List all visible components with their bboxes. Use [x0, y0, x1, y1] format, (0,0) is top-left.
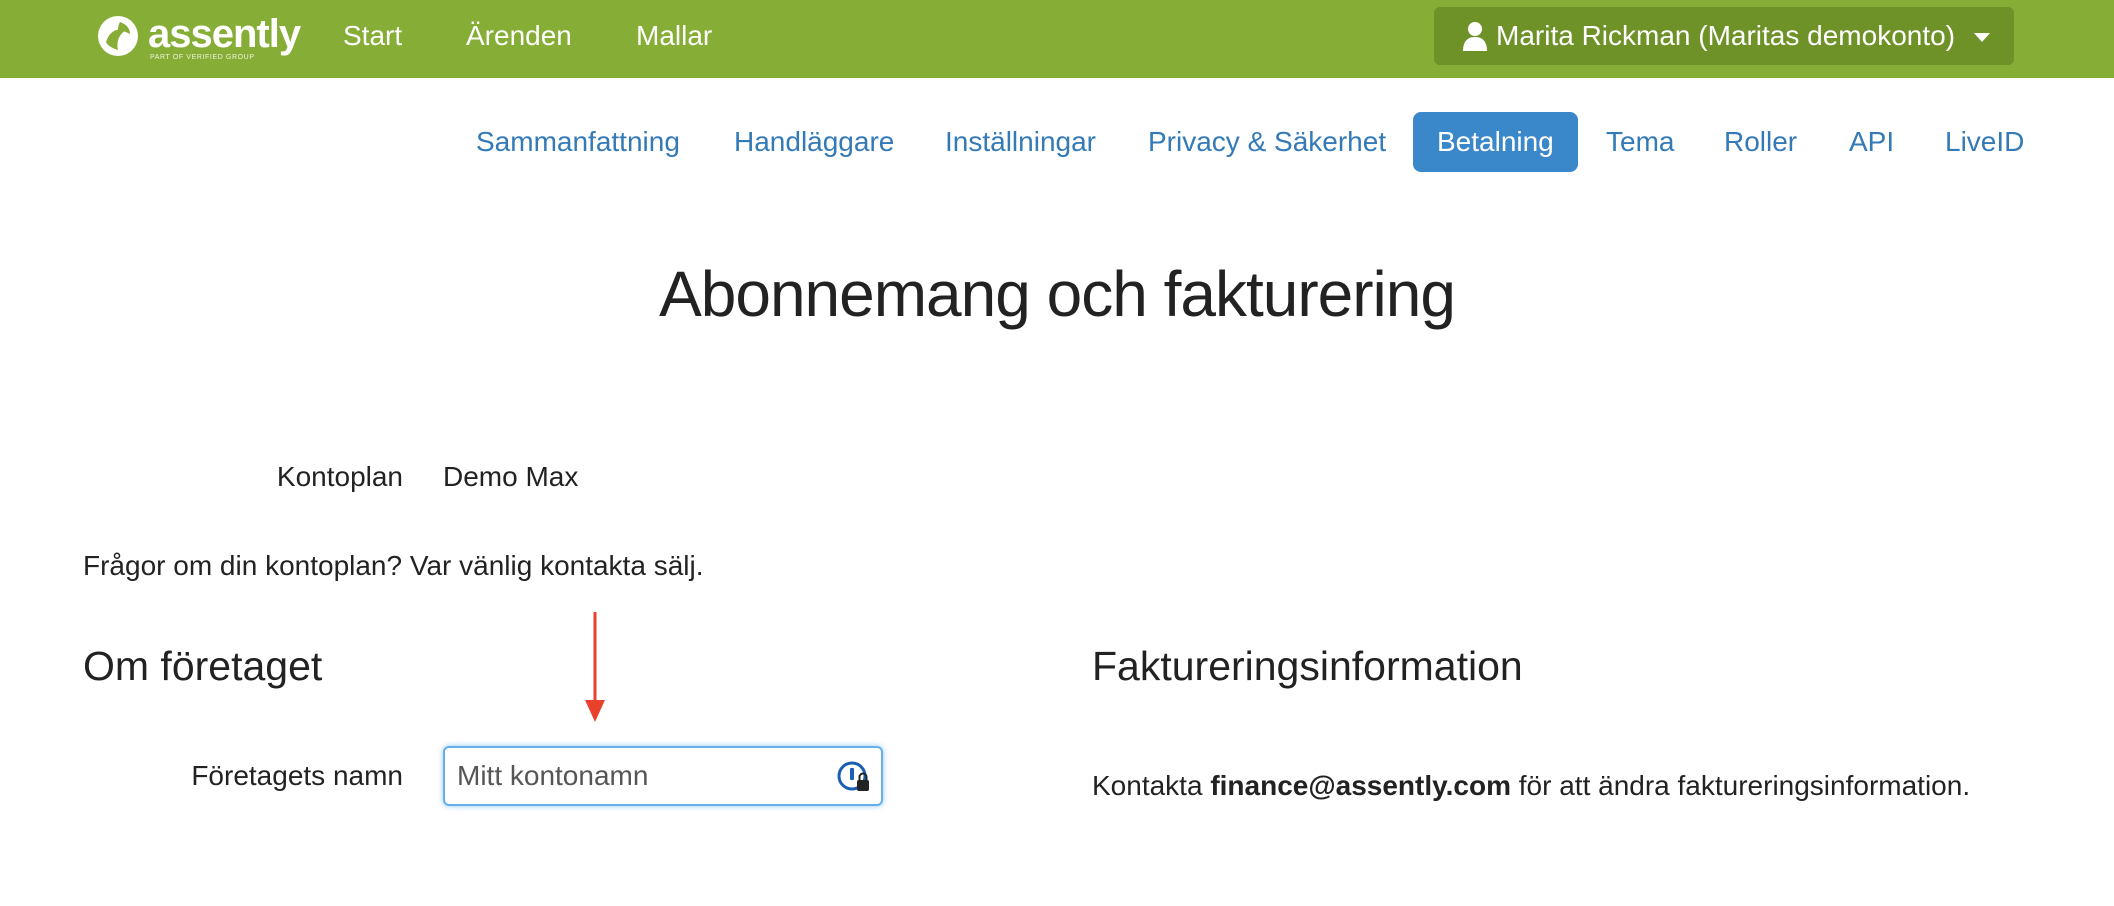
tab-api[interactable]: API: [1825, 112, 1918, 172]
nav-start[interactable]: Start: [343, 18, 402, 54]
plan-question-text: Frågor om din kontoplan? Var vänlig kont…: [83, 550, 704, 581]
assently-logo-icon: [98, 16, 138, 56]
brand-tagline: PART OF VERIFIED GROUP: [150, 54, 255, 61]
tab-liveid[interactable]: LiveID: [1921, 112, 2048, 172]
nav-arenden[interactable]: Ärenden: [466, 18, 572, 54]
company-name-input[interactable]: [445, 748, 825, 804]
page-title: Abonnemang och fakturering: [659, 258, 1456, 330]
company-name-label: Företagets namn: [191, 760, 403, 791]
billing-heading: Faktureringsinformation: [1092, 643, 1523, 689]
billing-text-after: för att ändra faktureringsinformation.: [1510, 770, 1971, 801]
tab-tema[interactable]: Tema: [1582, 112, 1698, 172]
chevron-down-icon: [1974, 33, 1990, 42]
top-navbar: assently PART OF VERIFIED GROUP Start Är…: [0, 0, 2114, 78]
billing-email: finance@assently.com: [1210, 770, 1511, 801]
annotation-arrow: [585, 612, 605, 722]
brand-name: assently: [148, 12, 301, 56]
user-menu-label: Marita Rickman (Maritas demokonto): [1496, 20, 1956, 51]
plan-label: Kontoplan: [276, 461, 403, 492]
password-manager-icon[interactable]: [837, 760, 871, 794]
tab-installningar[interactable]: Inställningar: [921, 112, 1120, 172]
tab-sammanfattning[interactable]: Sammanfattning: [452, 112, 704, 172]
billing-info-text: Kontakta finance@assently.com för att än…: [1092, 768, 1970, 804]
user-icon: [1463, 22, 1487, 51]
company-name-field[interactable]: [443, 746, 883, 806]
plan-value: Demo Max: [443, 461, 579, 492]
nav-mallar[interactable]: Mallar: [636, 18, 712, 54]
user-menu-dropdown[interactable]: Marita Rickman (Maritas demokonto): [1434, 7, 2014, 65]
tab-betalning[interactable]: Betalning: [1413, 112, 1578, 172]
tab-roller[interactable]: Roller: [1700, 112, 1821, 172]
billing-text-before: Kontakta: [1092, 770, 1211, 801]
tab-handlaggare[interactable]: Handläggare: [710, 112, 918, 172]
company-heading: Om företaget: [83, 643, 323, 689]
assently-logo[interactable]: assently PART OF VERIFIED GROUP: [96, 12, 301, 64]
tab-privacy-sakerhet[interactable]: Privacy & Säkerhet: [1124, 112, 1410, 172]
